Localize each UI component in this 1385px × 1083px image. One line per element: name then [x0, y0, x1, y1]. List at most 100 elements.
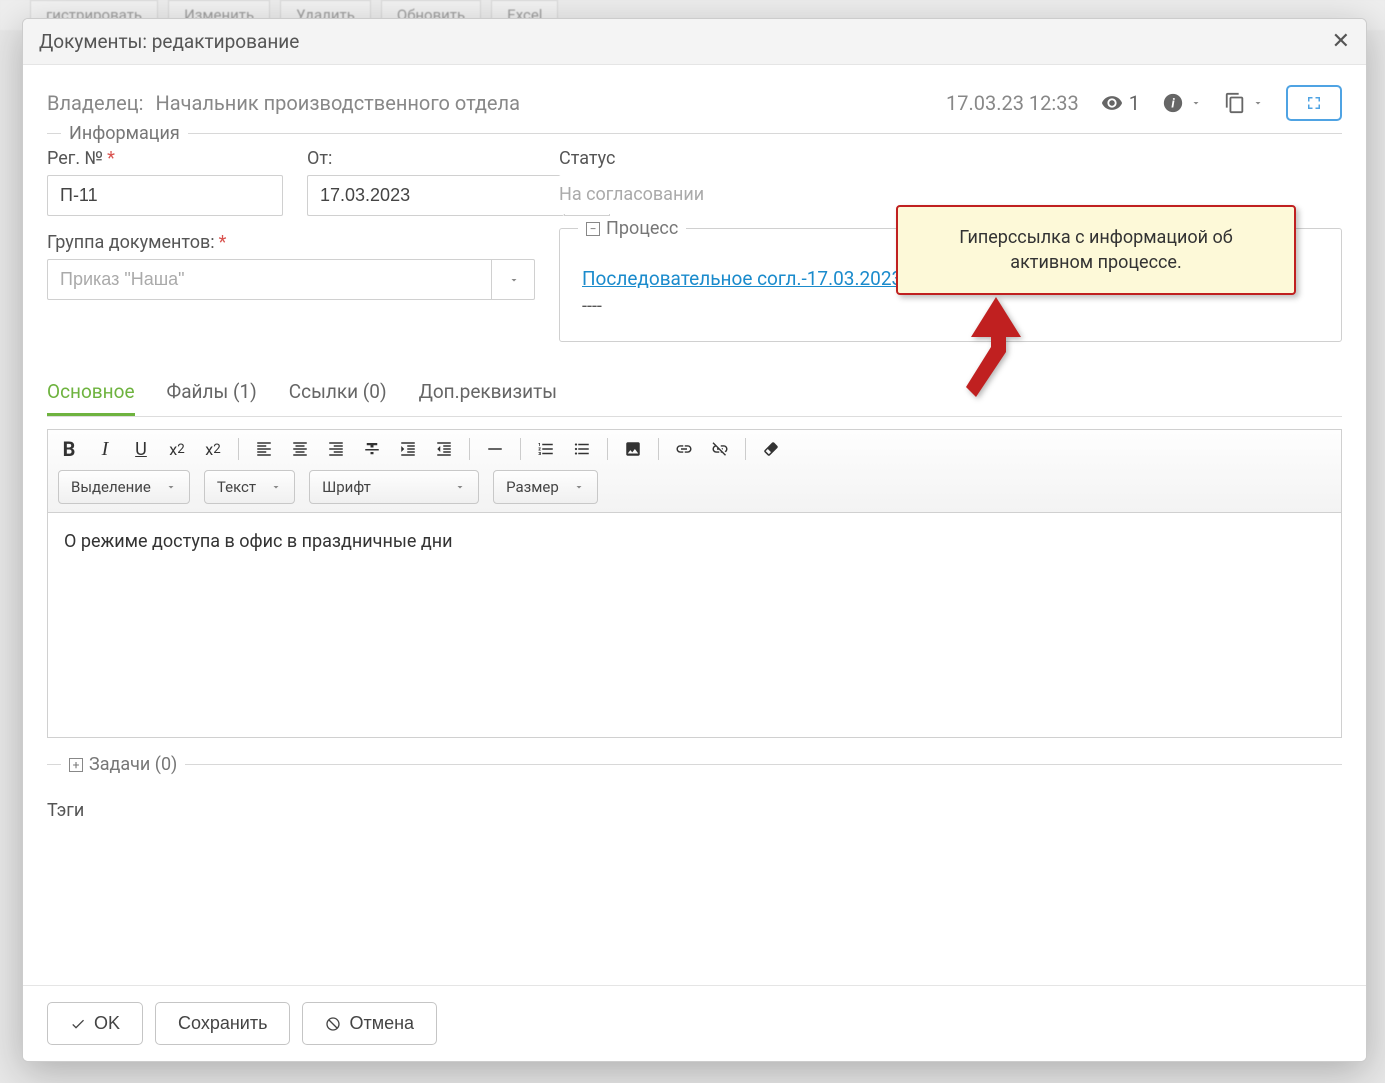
align-left-button[interactable] — [253, 438, 275, 460]
italic-button[interactable]: I — [94, 438, 116, 460]
required-mark: * — [219, 232, 227, 253]
chevron-down-icon — [454, 481, 466, 493]
chevron-down-icon — [165, 481, 177, 493]
date-input[interactable] — [307, 175, 564, 216]
required-mark: * — [107, 148, 115, 169]
separator — [607, 438, 608, 460]
hr-button[interactable] — [484, 438, 506, 460]
ok-button[interactable]: OK — [47, 1002, 143, 1045]
underline-button[interactable]: U — [130, 438, 152, 460]
owner-label: Владелец: — [47, 91, 143, 115]
process-legend-text: Процесс — [606, 218, 678, 239]
unlink-button[interactable] — [709, 438, 731, 460]
callout-text: Гиперссылка с информациой об активном пр… — [959, 227, 1232, 273]
ul-icon — [573, 440, 591, 458]
outdent-icon — [399, 440, 417, 458]
unlink-icon — [711, 440, 729, 458]
chevron-down-icon — [1252, 97, 1264, 109]
annotation-callout: Гиперссылка с информациой об активном пр… — [896, 205, 1296, 295]
strikethrough-icon — [363, 440, 381, 458]
editor-content[interactable]: О режиме доступа в офис в праздничные дн… — [47, 513, 1342, 738]
textstyle-select[interactable]: Текст — [204, 470, 295, 504]
align-left-icon — [255, 440, 273, 458]
separator — [745, 438, 746, 460]
separator — [520, 438, 521, 460]
tabs: Основное Файлы (1) Ссылки (0) Доп.реквиз… — [47, 372, 1342, 417]
tags-label: Тэги — [47, 800, 1342, 821]
chevron-down-icon — [573, 481, 585, 493]
date-label: От: — [307, 148, 332, 169]
separator — [238, 438, 239, 460]
info-icon: i — [1162, 92, 1184, 114]
cancel-icon — [325, 1016, 341, 1032]
chevron-down-icon — [1190, 97, 1202, 109]
group-dropdown-toggle[interactable] — [491, 259, 535, 300]
expand-button[interactable] — [1286, 85, 1342, 121]
outdent-button[interactable] — [397, 438, 419, 460]
separator — [658, 438, 659, 460]
process-sub: ---- — [582, 296, 1319, 317]
copy-dropdown[interactable] — [1224, 92, 1264, 114]
editor-toolbar: B I U x2 x2 — [47, 429, 1342, 513]
info-legend: Информация — [61, 123, 188, 144]
size-select[interactable]: Размер — [493, 470, 598, 504]
owner-value: Начальник производственного отдела — [155, 91, 520, 115]
hr-icon — [486, 440, 504, 458]
views-counter: 1 — [1101, 91, 1140, 115]
status-label: Статус — [559, 148, 615, 169]
eraser-button[interactable] — [760, 438, 782, 460]
modal-header: Документы: редактирование ✕ — [23, 19, 1366, 65]
textstyle-label: Текст — [217, 478, 256, 496]
align-right-button[interactable] — [325, 438, 347, 460]
chevron-down-icon — [508, 274, 520, 286]
image-button[interactable] — [622, 438, 644, 460]
regno-input[interactable] — [47, 175, 283, 216]
tab-main[interactable]: Основное — [47, 372, 135, 416]
close-icon[interactable]: ✕ — [1332, 31, 1350, 53]
font-label: Шрифт — [322, 478, 371, 496]
eye-icon — [1101, 92, 1123, 114]
modal-body: Владелец: Начальник производственного от… — [23, 65, 1366, 985]
font-select[interactable]: Шрифт — [309, 470, 479, 504]
eraser-icon — [762, 440, 780, 458]
info-dropdown[interactable]: i — [1162, 92, 1202, 114]
ol-button[interactable] — [535, 438, 557, 460]
save-label: Сохранить — [178, 1013, 267, 1034]
indent-button[interactable] — [433, 438, 455, 460]
views-count: 1 — [1129, 91, 1140, 115]
chevron-down-icon — [270, 481, 282, 493]
modal-footer: OK Сохранить Отмена — [23, 985, 1366, 1061]
superscript-button[interactable]: x2 — [202, 438, 224, 460]
bold-button[interactable]: B — [58, 438, 80, 460]
indent-icon — [435, 440, 453, 458]
link-icon — [675, 440, 693, 458]
align-right-icon — [327, 440, 345, 458]
ol-icon — [537, 440, 555, 458]
tab-links[interactable]: Ссылки (0) — [289, 372, 387, 416]
tab-extra[interactable]: Доп.реквизиты — [419, 372, 557, 416]
ok-label: OK — [94, 1013, 120, 1034]
cancel-button[interactable]: Отмена — [302, 1002, 437, 1045]
highlight-label: Выделение — [71, 478, 151, 496]
document-edit-modal: Документы: редактирование ✕ Владелец: На… — [22, 18, 1367, 1062]
link-button[interactable] — [673, 438, 695, 460]
highlight-select[interactable]: Выделение — [58, 470, 190, 504]
collapse-icon[interactable]: − — [586, 222, 600, 236]
image-icon — [624, 440, 642, 458]
subscript-button[interactable]: x2 — [166, 438, 188, 460]
regno-label: Рег. № — [47, 148, 103, 169]
owner-row: Владелец: Начальник производственного от… — [47, 85, 1342, 121]
size-label: Размер — [506, 478, 559, 496]
cancel-label: Отмена — [349, 1013, 414, 1034]
timestamp: 17.03.23 12:33 — [946, 91, 1079, 115]
tasks-fieldset: + Задачи (0) — [47, 764, 1342, 784]
align-center-button[interactable] — [289, 438, 311, 460]
strikethrough-button[interactable] — [361, 438, 383, 460]
expand-icon — [1305, 94, 1323, 112]
tab-files[interactable]: Файлы (1) — [167, 372, 257, 416]
group-select[interactable] — [47, 259, 535, 300]
expand-icon[interactable]: + — [69, 758, 83, 772]
tasks-legend-text: Задачи (0) — [89, 754, 177, 775]
ul-button[interactable] — [571, 438, 593, 460]
save-button[interactable]: Сохранить — [155, 1002, 290, 1045]
